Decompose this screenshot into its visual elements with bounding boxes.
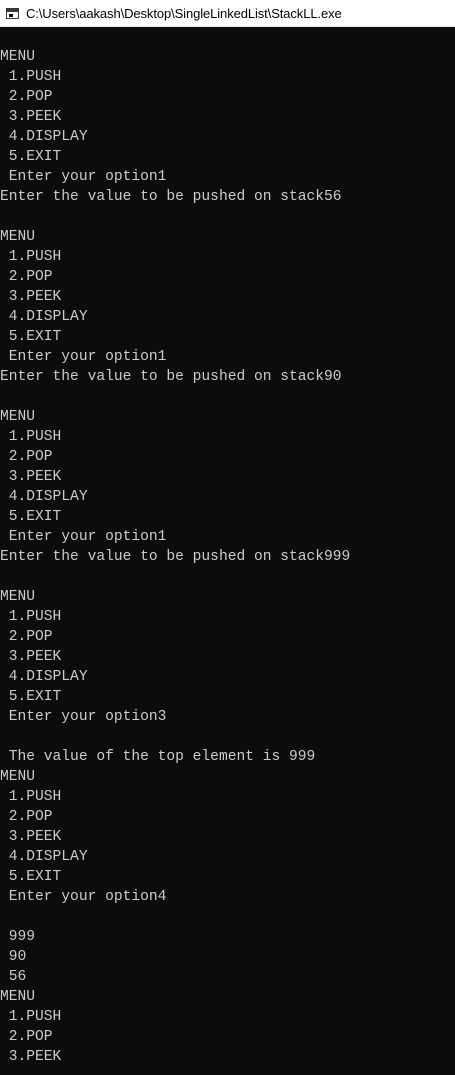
- window-title: C:\Users\aakash\Desktop\SingleLinkedList…: [26, 5, 342, 21]
- console-line: 5.EXIT: [0, 329, 62, 345]
- console-app-icon: [6, 7, 19, 19]
- console-line: 3.PEEK: [0, 1049, 62, 1065]
- console-line: Enter your option1: [0, 529, 167, 545]
- console-line: 2.POP: [0, 1029, 53, 1045]
- console-line: 999: [0, 929, 36, 945]
- console-line: Enter the value to be pushed on stack56: [0, 189, 342, 205]
- console-line: MENU: [0, 769, 36, 785]
- console-line: 2.POP: [0, 89, 53, 105]
- console-line: 3.PEEK: [0, 469, 62, 485]
- console-output[interactable]: MENU 1.PUSH 2.POP 3.PEEK 4.DISPLAY 5.EXI…: [0, 27, 455, 1075]
- console-line: 5.EXIT: [0, 149, 62, 165]
- console-window: C:\Users\aakash\Desktop\SingleLinkedList…: [0, 0, 455, 1075]
- console-line: MENU: [0, 989, 36, 1005]
- console-line: 2.POP: [0, 809, 53, 825]
- console-line: 1.PUSH: [0, 429, 62, 445]
- console-line: 1.PUSH: [0, 609, 62, 625]
- console-line: MENU: [0, 589, 36, 605]
- console-line: 3.PEEK: [0, 649, 62, 665]
- console-line: 3.PEEK: [0, 109, 62, 125]
- console-line: Enter the value to be pushed on stack90: [0, 369, 342, 385]
- console-line: 3.PEEK: [0, 829, 62, 845]
- console-line: Enter your option4: [0, 889, 167, 905]
- console-line: 5.EXIT: [0, 869, 62, 885]
- console-line: 1.PUSH: [0, 1009, 62, 1025]
- console-line: 90: [0, 949, 27, 965]
- console-line: 2.POP: [0, 629, 53, 645]
- console-line: 1.PUSH: [0, 249, 62, 265]
- console-line: 4.DISPLAY: [0, 129, 88, 145]
- console-line: 4.DISPLAY: [0, 849, 88, 865]
- console-line: 56: [0, 969, 27, 985]
- console-line: 4.DISPLAY: [0, 489, 88, 505]
- console-line: 1.PUSH: [0, 69, 62, 85]
- console-line: 5.EXIT: [0, 509, 62, 525]
- console-line: 2.POP: [0, 449, 53, 465]
- console-line: MENU: [0, 49, 36, 65]
- console-line: Enter your option1: [0, 169, 167, 185]
- console-line: MENU: [0, 229, 36, 245]
- console-line: 4.DISPLAY: [0, 309, 88, 325]
- title-bar[interactable]: C:\Users\aakash\Desktop\SingleLinkedList…: [0, 0, 455, 27]
- console-line: 5.EXIT: [0, 689, 62, 705]
- console-line: 1.PUSH: [0, 789, 62, 805]
- console-line: MENU: [0, 409, 36, 425]
- console-line: The value of the top element is 999: [0, 749, 316, 765]
- console-line: 4.DISPLAY: [0, 669, 88, 685]
- console-line: 2.POP: [0, 269, 53, 285]
- console-line: Enter your option3: [0, 709, 167, 725]
- console-line: Enter your option1: [0, 349, 167, 365]
- console-line: 3.PEEK: [0, 289, 62, 305]
- console-line: Enter the value to be pushed on stack999: [0, 549, 351, 565]
